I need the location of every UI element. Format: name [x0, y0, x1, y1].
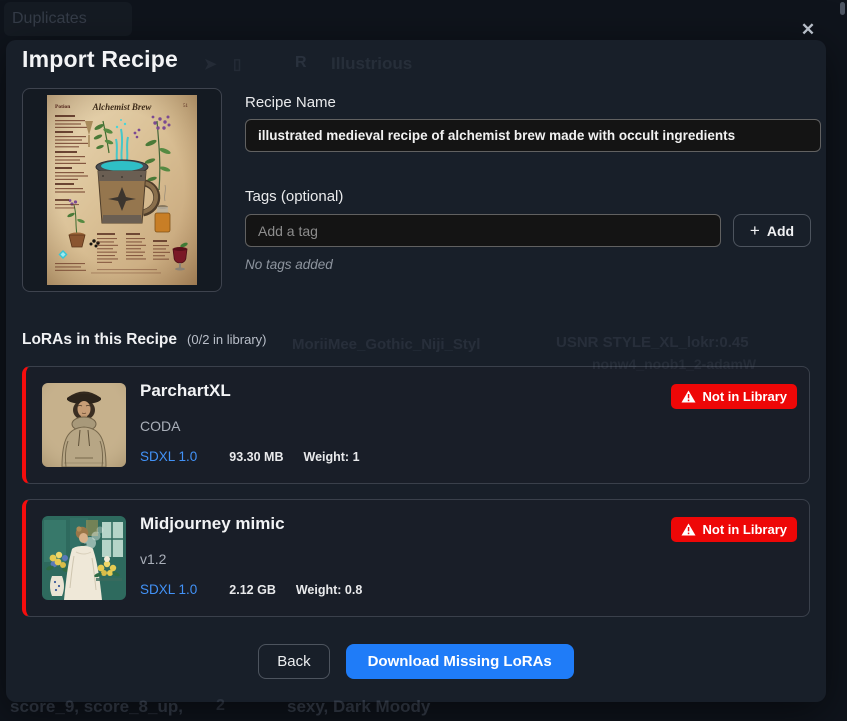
- plus-icon: +: [750, 222, 760, 239]
- scrollbar-thumb[interactable]: [840, 2, 845, 15]
- lora-file-size: 93.30 MB: [229, 450, 283, 464]
- base-model-link[interactable]: SDXL 1.0: [140, 449, 197, 464]
- not-in-library-label: Not in Library: [702, 389, 787, 404]
- close-icon[interactable]: ✕: [795, 17, 821, 43]
- add-tag-button[interactable]: + Add: [733, 214, 811, 247]
- svg-text:Alchemist Brew: Alchemist Brew: [92, 102, 153, 112]
- recipe-name-label: Recipe Name: [245, 94, 336, 111]
- tag-input[interactable]: [245, 214, 721, 247]
- loras-section-title: LoRAs in this Recipe: [22, 331, 177, 349]
- lora-thumbnail-image: [42, 383, 126, 467]
- lora-weight: Weight: 0.8: [296, 583, 362, 597]
- no-tags-text: No tags added: [245, 257, 333, 272]
- lora-version: CODA: [140, 418, 180, 434]
- modal-footer: Back Download Missing LoRAs: [6, 644, 826, 679]
- warning-icon: [681, 523, 696, 536]
- loras-section-header: LoRAs in this Recipe (0/2 in library): [22, 331, 267, 349]
- lora-card[interactable]: ParchartXL CODA SDXL 1.0 93.30 MB Weight…: [22, 366, 810, 484]
- recipe-thumbnail-image: Alchemist Brew Potion 51: [47, 95, 197, 285]
- background-duplicates-button: [4, 2, 132, 36]
- lora-meta-row: SDXL 1.0 93.30 MB Weight: 1: [140, 449, 360, 464]
- svg-text:Potion: Potion: [55, 104, 70, 110]
- lora-weight: Weight: 1: [304, 450, 360, 464]
- not-in-library-badge: Not in Library: [671, 384, 797, 409]
- lora-name: Midjourney mimic: [140, 514, 285, 534]
- warning-icon: [681, 390, 696, 403]
- lora-name: ParchartXL: [140, 381, 231, 401]
- background-duplicates-label: Duplicates: [12, 10, 87, 28]
- tags-label: Tags (optional): [245, 188, 343, 205]
- page-title: Import Recipe: [22, 46, 178, 73]
- loras-library-count: (0/2 in library): [187, 332, 266, 347]
- lora-meta-row: SDXL 1.0 2.12 GB Weight: 0.8: [140, 582, 362, 597]
- back-button[interactable]: Back: [258, 644, 329, 679]
- recipe-thumbnail-frame: Alchemist Brew Potion 51: [22, 88, 222, 292]
- import-recipe-modal: Import Recipe Alchemist Brew Potion 51: [6, 40, 826, 702]
- download-missing-loras-button[interactable]: Download Missing LoRAs: [346, 644, 574, 679]
- svg-text:51: 51: [183, 104, 189, 109]
- not-in-library-label: Not in Library: [702, 522, 787, 537]
- lora-thumbnail-image: [42, 516, 126, 600]
- lora-card[interactable]: Midjourney mimic v1.2 SDXL 1.0 2.12 GB W…: [22, 499, 810, 617]
- recipe-name-input[interactable]: [245, 119, 821, 152]
- not-in-library-badge: Not in Library: [671, 517, 797, 542]
- lora-version: v1.2: [140, 551, 166, 567]
- base-model-link[interactable]: SDXL 1.0: [140, 582, 197, 597]
- add-tag-button-label: Add: [767, 223, 794, 239]
- lora-file-size: 2.12 GB: [229, 583, 276, 597]
